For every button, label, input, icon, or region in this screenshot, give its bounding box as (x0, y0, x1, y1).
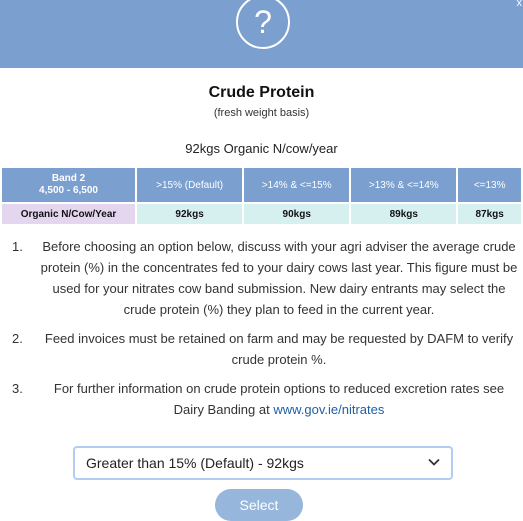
table-cell: 89kgs (351, 202, 457, 224)
dialog-subtitle: (fresh weight basis) (213, 107, 310, 119)
chevron-down-icon (428, 458, 440, 466)
list-text-with-link: For further information on crude protein… (38, 378, 520, 420)
instructions-list: 1. Before choosing an option below, disc… (12, 236, 520, 428)
table-cell: 87kgs (458, 202, 521, 224)
band-header-cell: Band 2 4,500 - 6,500 (2, 168, 136, 202)
dialog-title: Crude Protein (208, 84, 315, 101)
table-header-row: Band 2 4,500 - 6,500 >15% (Default) >14%… (2, 168, 521, 202)
row-label: Organic N/Cow/Year (2, 202, 136, 224)
list-item: 3. For further information on crude prot… (12, 378, 520, 420)
column-header: <=13% (458, 168, 521, 202)
select-value: Greater than 15% (Default) - 92kgs (86, 455, 304, 471)
dialog-header: ? x (0, 0, 523, 68)
crude-protein-table: Band 2 4,500 - 6,500 >15% (Default) >14%… (0, 168, 523, 224)
list-text: Feed invoices must be retained on farm a… (44, 331, 514, 367)
table-row: Organic N/Cow/Year 92kgs 90kgs 89kgs 87k… (2, 202, 521, 224)
help-icon: ? (236, 0, 290, 49)
band-name: Band 2 (51, 173, 86, 184)
select-button[interactable]: Select (215, 489, 303, 521)
list-text: Before choosing an option below, discuss… (40, 239, 518, 317)
column-header: >14% & <=15% (244, 168, 350, 202)
list-number: 3. (12, 381, 23, 396)
nitrates-link[interactable]: www.gov.ie/nitrates (273, 402, 384, 417)
crude-protein-select[interactable]: Greater than 15% (Default) - 92kgs (73, 446, 453, 480)
table-cell: 92kgs (137, 202, 243, 224)
table-cell: 90kgs (244, 202, 350, 224)
list-item: 2. Feed invoices must be retained on far… (12, 328, 520, 370)
column-header: >13% & <=14% (351, 168, 457, 202)
list-number: 2. (12, 331, 23, 346)
column-header: >15% (Default) (137, 168, 243, 202)
selected-summary: 92kgs Organic N/cow/year (185, 141, 338, 156)
list-number: 1. (12, 239, 23, 254)
band-range: 4,500 - 6,500 (39, 185, 98, 196)
close-icon[interactable]: x (517, 0, 523, 9)
list-item: 1. Before choosing an option below, disc… (12, 236, 520, 320)
